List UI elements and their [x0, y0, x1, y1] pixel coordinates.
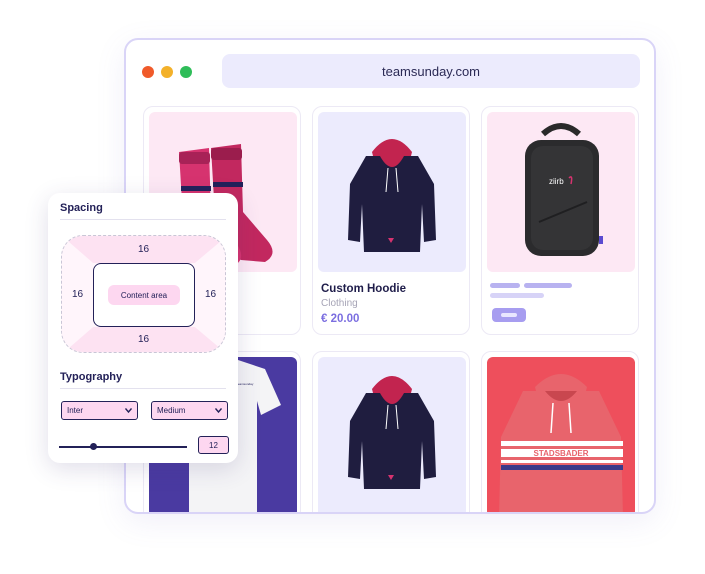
address-bar[interactable]: teamsunday.com — [222, 54, 640, 88]
spacing-right-value[interactable]: 16 — [205, 289, 216, 300]
product-title: Custom Hoodie — [321, 283, 406, 295]
font-weight-select[interactable]: Medium — [151, 401, 228, 420]
style-panel: Spacing 16 16 16 16 Content area Typogra… — [48, 193, 238, 463]
product-card-backpack[interactable]: ziirb — [481, 106, 639, 335]
font-size-input[interactable]: 12 — [198, 436, 229, 454]
svg-text:teamsunday: teamsunday — [237, 382, 254, 386]
placeholder-line — [490, 293, 544, 298]
font-size-slider[interactable] — [59, 446, 187, 448]
hoodie-image — [318, 112, 466, 272]
maximize-dot[interactable] — [180, 66, 192, 78]
url-text: teamsunday.com — [381, 63, 481, 79]
slider-handle[interactable] — [90, 443, 98, 450]
content-area-label: Content area — [108, 285, 180, 305]
close-dot[interactable] — [142, 66, 154, 78]
placeholder-line — [524, 283, 572, 288]
content-box: Content area — [93, 263, 195, 327]
svg-text:ziirb: ziirb — [549, 177, 564, 186]
chevron-down-icon — [125, 408, 132, 413]
typography-heading: Typography — [60, 371, 123, 383]
product-category: Clothing — [321, 298, 358, 309]
spacing-heading: Spacing — [60, 202, 103, 214]
font-weight-value: Medium — [157, 406, 186, 415]
backpack-image: ziirb — [487, 112, 635, 272]
minimize-dot[interactable] — [161, 66, 173, 78]
font-size-value: 12 — [209, 440, 218, 450]
divider — [60, 219, 226, 220]
spacing-editor: 16 16 16 16 Content area — [61, 235, 226, 353]
spacing-top-value[interactable]: 16 — [138, 244, 149, 255]
red-hoodie-image: STADSBADER — [487, 357, 635, 512]
chevron-down-icon — [215, 408, 222, 413]
product-card-hoodie-2[interactable] — [312, 351, 470, 512]
product-card-hoodie[interactable]: Custom Hoodie Clothing € 20.00 — [312, 106, 470, 335]
font-family-value: Inter — [67, 406, 84, 415]
font-family-select[interactable]: Inter — [61, 401, 138, 420]
hoodie-image — [318, 357, 466, 512]
print-text: STADSBADER — [534, 449, 589, 458]
placeholder-line — [490, 283, 520, 288]
placeholder-button[interactable] — [492, 308, 526, 322]
spacing-left-value[interactable]: 16 — [72, 289, 83, 300]
product-card-red-hoodie[interactable]: STADSBADER — [481, 351, 639, 512]
divider — [60, 388, 226, 389]
product-price: € 20.00 — [321, 313, 360, 325]
spacing-bottom-value[interactable]: 16 — [138, 334, 149, 345]
